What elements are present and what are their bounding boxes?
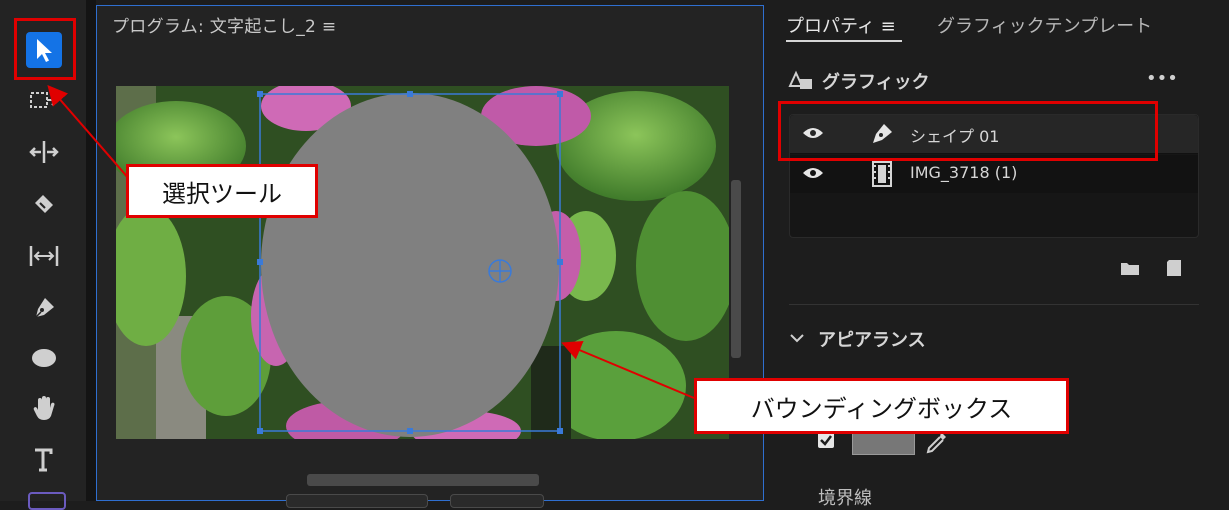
active-tab-indicator xyxy=(786,40,902,42)
slip-icon xyxy=(29,246,59,266)
video-content xyxy=(116,86,729,439)
annotation-callout-selection-tool: 選択ツール xyxy=(126,164,318,218)
layer-label: IMG_3718 (1) xyxy=(910,163,1018,182)
track-select-tool-button[interactable] xyxy=(26,82,62,118)
appearance-section-title[interactable]: アピアランス xyxy=(818,326,926,352)
graphic-shapes-icon xyxy=(788,70,812,89)
program-video-frame[interactable] xyxy=(116,86,729,439)
horizontal-scrollbar[interactable] xyxy=(307,474,539,486)
track-select-icon xyxy=(30,92,59,108)
hand-tool-button[interactable] xyxy=(26,390,62,426)
anchor-point-icon xyxy=(488,259,512,283)
eye-icon[interactable] xyxy=(802,165,824,181)
new-layer-icon[interactable] xyxy=(1166,259,1182,277)
monitor-control-button[interactable] xyxy=(286,494,428,508)
ellipse-shape xyxy=(261,93,559,437)
pen-icon xyxy=(35,298,54,318)
pen-tool-button[interactable] xyxy=(26,290,62,326)
annotation-callout-bounding-box: バウンディングボックス xyxy=(694,378,1069,434)
hand-icon xyxy=(33,396,55,420)
checkmark-icon xyxy=(820,435,832,446)
graphic-section-title: グラフィック xyxy=(822,72,930,93)
annotation-highlight-selection-tool xyxy=(14,18,76,80)
type-icon xyxy=(35,448,53,472)
ellipse-icon xyxy=(32,349,56,367)
razor-tool-button[interactable] xyxy=(26,186,62,222)
panel-gutter xyxy=(86,0,96,501)
tab-graphic-templates[interactable]: グラフィックテンプレート xyxy=(937,12,1152,38)
vertical-scrollbar[interactable] xyxy=(731,180,741,358)
tab-properties[interactable]: プロパティ ≡ xyxy=(786,12,896,38)
chevron-down-icon[interactable] xyxy=(790,333,804,343)
ripple-edit-icon xyxy=(29,141,59,163)
razor-icon xyxy=(35,195,53,213)
more-options-icon[interactable]: ••• xyxy=(1146,68,1178,89)
section-divider xyxy=(789,304,1199,305)
film-icon xyxy=(872,161,892,187)
ellipse-tool-button[interactable] xyxy=(26,340,62,376)
ripple-edit-tool-button[interactable] xyxy=(26,134,62,170)
new-group-folder-icon[interactable] xyxy=(1120,260,1140,276)
annotation-highlight-shape-layer xyxy=(778,101,1158,161)
monitor-control-button[interactable] xyxy=(450,494,544,508)
slip-tool-button[interactable] xyxy=(26,238,62,274)
type-tool-button[interactable] xyxy=(26,442,62,478)
more-tools-icon[interactable] xyxy=(28,492,66,510)
fill-checkbox[interactable] xyxy=(818,432,834,448)
program-monitor-title[interactable]: プログラム: 文字起こし_2 ≡ xyxy=(112,12,336,37)
stroke-section-title[interactable]: 境界線 xyxy=(818,484,872,510)
